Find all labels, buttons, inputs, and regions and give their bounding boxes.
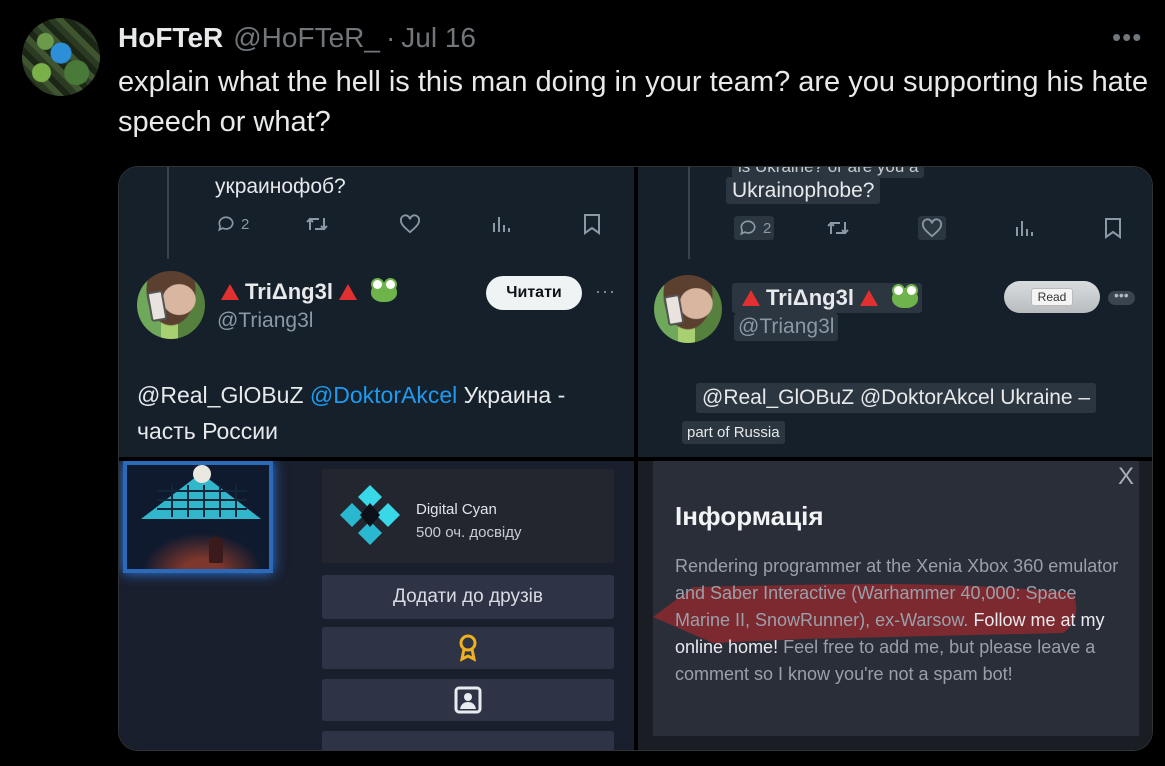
thread-line: [167, 167, 169, 259]
red-triangle-icon: [338, 284, 357, 300]
bookmark-icon[interactable]: [583, 213, 601, 235]
tweet-body-line1: @Real_GlOBuZ @DoktorAkcel Ukraine –: [696, 383, 1097, 413]
frog-emoji-icon: [370, 278, 397, 302]
bookmark-icon[interactable]: [1104, 217, 1122, 239]
user-name-text: TriΔng3l: [766, 285, 854, 310]
body-text-line2: часть России: [137, 418, 278, 444]
author-avatar[interactable]: [22, 18, 100, 96]
red-triangle-icon: [742, 290, 760, 306]
author-handle[interactable]: @HoFTeR_: [233, 22, 380, 54]
portrait-button[interactable]: [322, 679, 614, 721]
info-dialog: X Інформація Rendering programmer at the…: [653, 461, 1139, 736]
info-bio: Rendering programmer at the Xenia Xbox 3…: [675, 553, 1125, 688]
tweet-body: @Real_GlOBuZ @DoktorAkcel Украина - част…: [137, 377, 627, 449]
triang3l-avatar[interactable]: [654, 275, 722, 343]
steam-profile-screenshot: Digital Cyan 500 оч. досвіду Додати до д…: [119, 461, 634, 750]
thread-line: [688, 167, 690, 259]
badge-xp: 500 оч. досвіду: [416, 524, 522, 541]
separator-dot: ·: [385, 22, 396, 53]
reply-icon[interactable]: 2: [734, 216, 775, 240]
reply-count: 2: [763, 219, 772, 237]
user-handle[interactable]: @Triang3l: [217, 309, 313, 333]
user-display-name[interactable]: TriΔng3l: [215, 278, 397, 305]
red-triangle-icon: [859, 290, 878, 306]
views-icon[interactable]: [1014, 218, 1034, 238]
more-profile-button[interactable]: [322, 731, 614, 750]
like-icon[interactable]: [399, 214, 421, 234]
close-icon[interactable]: X: [1118, 463, 1134, 491]
author-name[interactable]: HoFTeR: [118, 22, 223, 54]
info-dialog-screenshot: X Інформація Rendering programmer at the…: [638, 461, 1152, 750]
profile-showcase-art: [123, 461, 273, 573]
retweet-icon[interactable]: [826, 218, 850, 238]
mention-doktorakcel[interactable]: @DoktorAkcel: [310, 382, 457, 408]
previous-tweet-text-cut: is Ukraine? or are you a: [732, 167, 925, 178]
more-options-icon[interactable]: •••: [1108, 288, 1135, 305]
add-friend-button[interactable]: Додати до друзів: [322, 575, 614, 619]
like-icon[interactable]: [918, 216, 946, 240]
action-bar: 2: [215, 211, 615, 237]
screenshot-translated: is Ukraine? or are you a Ukrainophobe? 2: [638, 167, 1152, 457]
tweet-date[interactable]: Jul 16: [401, 22, 476, 54]
body-text-rest: Украина -: [463, 382, 566, 408]
info-title: Інформація: [675, 501, 824, 531]
views-icon[interactable]: [491, 214, 511, 234]
red-triangle-icon: [221, 284, 239, 300]
user-handle[interactable]: @Triang3l: [734, 313, 839, 341]
retweet-icon[interactable]: [305, 214, 329, 234]
frog-emoji-icon: [891, 284, 918, 308]
digital-cyan-badge-icon: [340, 485, 400, 545]
reply-icon[interactable]: 2: [215, 214, 249, 234]
portrait-icon: [454, 686, 482, 714]
screenshot-original: украинофоб? 2 TriΔng3l @Triang3l Читати …: [119, 167, 634, 457]
mention-globuz[interactable]: @Real_GlOBuZ: [137, 382, 304, 408]
user-name-text: TriΔng3l: [245, 279, 333, 304]
previous-tweet-text: украинофоб?: [215, 175, 346, 198]
more-options-icon[interactable]: ···: [595, 281, 616, 302]
previous-tweet-text: Ukrainophobe?: [726, 177, 881, 204]
tweet-header: HoFTeR @HoFTeR_ · Jul 16: [118, 22, 476, 56]
user-display-name[interactable]: TriΔng3l: [732, 283, 922, 313]
tweet-media[interactable]: украинофоб? 2 TriΔng3l @Triang3l Читати …: [118, 166, 1153, 751]
tweet-body-line2: part of Russia: [682, 421, 785, 444]
follow-button[interactable]: Читати: [486, 276, 582, 310]
more-options-icon[interactable]: •••: [1112, 22, 1142, 53]
badges-button[interactable]: [322, 627, 614, 669]
action-bar: 2: [734, 215, 1134, 241]
tweet-text: explain what the hell is this man doing …: [118, 66, 1149, 138]
badge-card[interactable]: Digital Cyan 500 оч. досвіду: [322, 469, 614, 563]
reply-count: 2: [241, 215, 250, 233]
triang3l-avatar[interactable]: [137, 271, 205, 339]
badge-name: Digital Cyan: [416, 501, 497, 518]
follow-button[interactable]: Read: [1004, 281, 1100, 313]
award-icon: [459, 634, 477, 662]
follow-button-label: Read: [1030, 288, 1074, 306]
